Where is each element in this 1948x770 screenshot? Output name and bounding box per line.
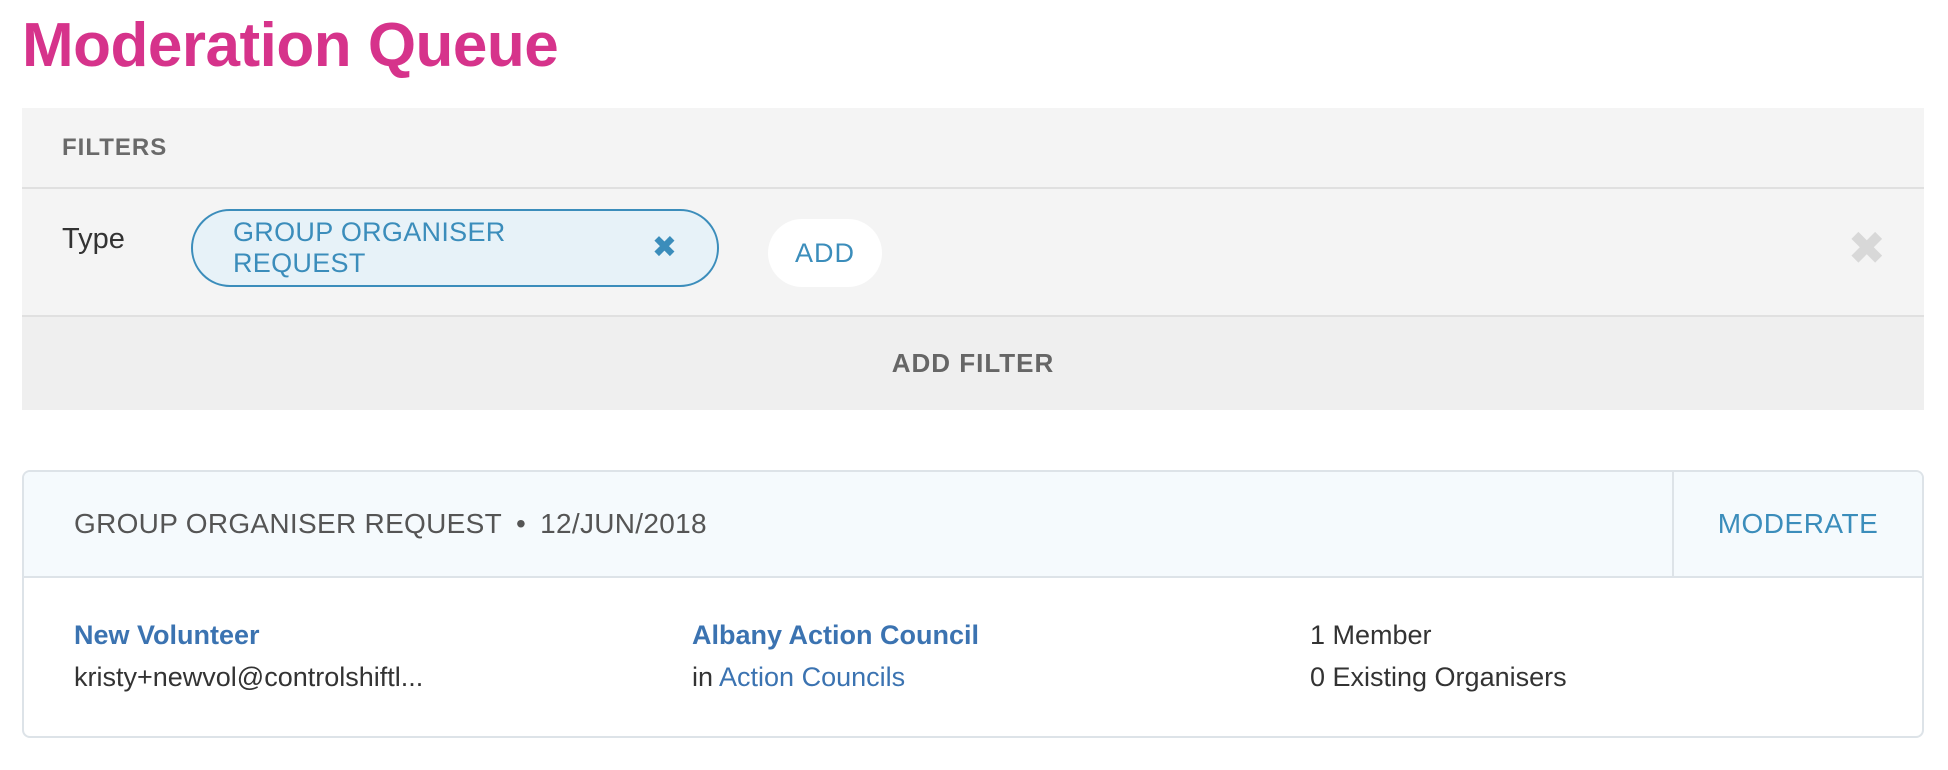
add-filter-value-button[interactable]: ADD: [768, 219, 882, 287]
filter-type-label: Type: [62, 223, 125, 255]
member-count: 1 Member: [1310, 620, 1432, 650]
stats-column: 1 Member 0 Existing Organisers: [1310, 614, 1567, 698]
group-prefix: in: [692, 662, 714, 692]
moderate-button[interactable]: MODERATE: [1672, 472, 1922, 576]
requester-column: New Volunteer kristy+newvol@controlshift…: [74, 614, 423, 698]
request-card-header: GROUP ORGANISER REQUEST • 12/JUN/2018 MO…: [24, 472, 1922, 578]
meta-separator: •: [516, 508, 527, 539]
request-card-body: New Volunteer kristy+newvol@controlshift…: [24, 578, 1922, 736]
close-icon[interactable]: ✖: [1847, 225, 1886, 271]
group-name-link[interactable]: Albany Action Council: [692, 620, 979, 650]
moderation-queue-page: Moderation Queue FILTERS Type GROUP ORGA…: [0, 0, 1948, 770]
group-category-link[interactable]: Action Councils: [719, 662, 905, 692]
filters-heading: FILTERS: [62, 133, 168, 161]
page-title: Moderation Queue: [22, 11, 559, 80]
requester-name-link[interactable]: New Volunteer: [74, 620, 260, 650]
filter-row-type: Type GROUP ORGANISER REQUEST ✖ ADD ✖: [22, 189, 1924, 317]
group-column: Albany Action Council in Action Councils: [692, 614, 979, 698]
organiser-count: 0 Existing Organisers: [1310, 662, 1567, 692]
requester-email: kristy+newvol@controlshiftl...: [74, 662, 424, 692]
filters-panel: FILTERS Type GROUP ORGANISER REQUEST ✖ A…: [22, 108, 1924, 410]
filters-header: FILTERS: [22, 108, 1924, 189]
filter-chip-label: GROUP ORGANISER REQUEST: [233, 217, 506, 278]
filter-chip: GROUP ORGANISER REQUEST ✖: [191, 209, 719, 287]
request-card: GROUP ORGANISER REQUEST • 12/JUN/2018 MO…: [22, 470, 1924, 738]
close-icon[interactable]: ✖: [652, 233, 677, 263]
add-filter-button[interactable]: ADD FILTER: [22, 317, 1924, 410]
request-type: GROUP ORGANISER REQUEST: [74, 508, 503, 539]
request-meta: GROUP ORGANISER REQUEST • 12/JUN/2018: [24, 472, 1672, 576]
request-date: 12/JUN/2018: [540, 508, 707, 539]
